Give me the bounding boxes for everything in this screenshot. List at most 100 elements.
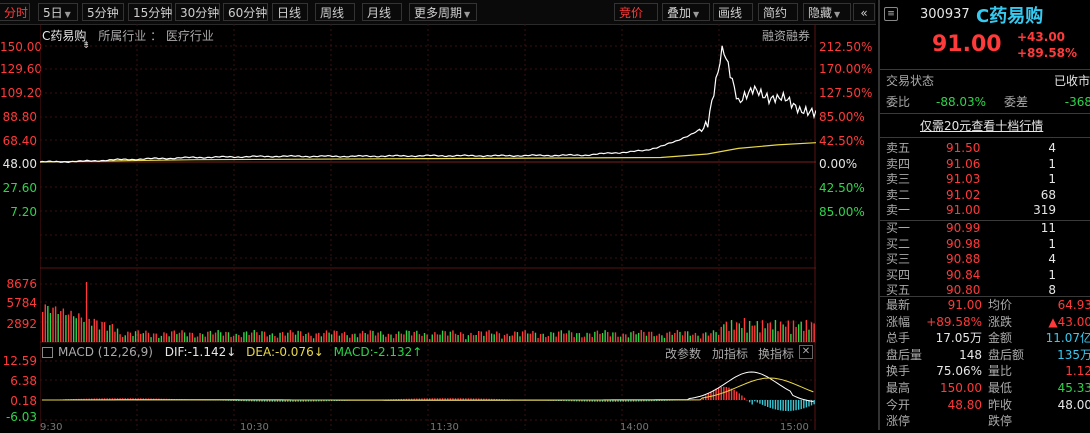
- volume-bar: [563, 333, 565, 342]
- volume-bar: [441, 330, 444, 342]
- volume-bar: [194, 337, 196, 342]
- volume-bar: [766, 323, 769, 342]
- volume-bar: [155, 333, 157, 342]
- pct-tick: 127.50%: [819, 86, 873, 100]
- volume-bar: [305, 334, 307, 342]
- volume-bar: [379, 331, 382, 342]
- volume-bar: [410, 335, 413, 342]
- stat-value: ▲43.00: [1048, 314, 1090, 329]
- volume-bar: [405, 330, 408, 342]
- volume-bar: [98, 329, 101, 342]
- volume-bar: [83, 321, 85, 342]
- period-tab-30min[interactable]: 30分钟: [175, 3, 220, 21]
- volume-bar: [643, 331, 645, 342]
- period-tab-intraday[interactable]: 分时: [0, 3, 30, 21]
- period-tab-daily[interactable]: 日线: [272, 3, 308, 21]
- volume-bar: [656, 335, 658, 342]
- volume-bar: [142, 333, 145, 342]
- volume-bar: [805, 320, 808, 342]
- collapse-panel-icon[interactable]: «: [853, 3, 875, 21]
- volume-bar: [431, 334, 433, 342]
- volume-bar: [395, 333, 397, 342]
- volume-bar: [586, 332, 588, 342]
- volume-bar: [111, 324, 114, 342]
- volume-bar: [645, 335, 648, 342]
- volume-bar: [297, 330, 299, 342]
- period-tab-monthly[interactable]: 月线: [362, 3, 402, 21]
- overlay-button[interactable]: 叠加 ▼: [662, 3, 710, 21]
- level2-promo-link[interactable]: 仅需20元查看十档行情: [920, 117, 1043, 134]
- volume-bar: [271, 333, 274, 342]
- volume-bar: [436, 334, 439, 342]
- volume-bar: [168, 336, 170, 342]
- period-tab-5min[interactable]: 5分钟: [82, 3, 124, 21]
- bid-volume: 4: [1048, 252, 1056, 266]
- macd-dif-line: [42, 371, 814, 402]
- stat-row: 换手 75.06% 量比 1.12: [880, 363, 1090, 380]
- hide-button[interactable]: 隐藏 ▼: [803, 3, 851, 21]
- stat-value: 150.00: [940, 381, 982, 395]
- stat-label: 总手: [886, 331, 911, 346]
- simple-mode-button[interactable]: 简约: [758, 3, 798, 21]
- ask-price: 91.03: [946, 172, 981, 186]
- time-tick: 15:00: [780, 422, 809, 433]
- volume-bar: [183, 332, 186, 342]
- volume-bar: [307, 332, 310, 342]
- volume-bar: [797, 324, 800, 342]
- volume-bar: [222, 335, 224, 342]
- volume-bar: [648, 331, 650, 342]
- volume-bar: [547, 336, 550, 342]
- volume-bar: [240, 337, 243, 342]
- volume-bar: [434, 332, 436, 342]
- period-tab-weekly[interactable]: 周线: [315, 3, 355, 21]
- period-tab-more[interactable]: 更多周期 ▼: [409, 3, 477, 21]
- status-label: 交易状态: [886, 74, 935, 88]
- volume-bar: [323, 332, 325, 342]
- period-tab-5day[interactable]: 5日 ▼: [38, 3, 78, 21]
- status-value: 已收市: [1053, 74, 1090, 88]
- volume-bar: [705, 332, 707, 342]
- auction-button[interactable]: 竞价: [614, 3, 658, 21]
- volume-bar: [207, 331, 209, 342]
- time-tick: 9:30: [40, 422, 63, 433]
- volume-bar: [774, 320, 777, 342]
- period-tab-15min[interactable]: 15分钟: [128, 3, 172, 21]
- volume-bar: [439, 334, 441, 342]
- macd-tick: 6.38: [10, 374, 37, 388]
- ask-price: 91.02: [946, 187, 981, 202]
- volume-bar: [803, 330, 805, 342]
- macd-bar: [738, 393, 740, 400]
- draw-line-button[interactable]: 画线: [713, 3, 753, 21]
- intraday-chart[interactable]: [40, 24, 816, 430]
- volume-bar: [258, 335, 261, 342]
- volume-bar: [70, 310, 72, 342]
- volume-bar: [217, 330, 219, 342]
- volume-bar: [449, 331, 452, 342]
- volume-bar: [581, 337, 583, 342]
- volume-bar: [542, 333, 544, 342]
- macd-bar: [754, 400, 756, 402]
- volume-bar: [756, 321, 759, 342]
- volume-bar: [764, 328, 766, 342]
- volume-bar: [191, 332, 194, 342]
- volume-bar: [813, 323, 815, 342]
- stat-label: 最新: [886, 298, 911, 312]
- weibi-value: -88.03%: [936, 95, 987, 109]
- volume-bar: [152, 333, 155, 342]
- volume-bar: [377, 332, 379, 342]
- macd-bar: [813, 400, 815, 405]
- panel-info-icon[interactable]: ≡: [884, 5, 898, 21]
- volume-bar: [361, 330, 364, 342]
- volume-bar: [230, 336, 232, 342]
- chevron-down-icon: ▼: [834, 10, 841, 19]
- volume-bar: [532, 330, 534, 342]
- volume-bar: [650, 331, 653, 342]
- period-tab-5day-label: 5日: [43, 6, 63, 20]
- volume-bar: [483, 335, 485, 342]
- macd-bar: [761, 400, 764, 405]
- macd-tick: 0.18: [10, 394, 37, 408]
- price-tick: 88.80: [2, 110, 37, 124]
- volume-bar: [712, 330, 715, 342]
- period-tab-60min[interactable]: 60分钟: [223, 3, 268, 21]
- volume-bar: [728, 330, 730, 342]
